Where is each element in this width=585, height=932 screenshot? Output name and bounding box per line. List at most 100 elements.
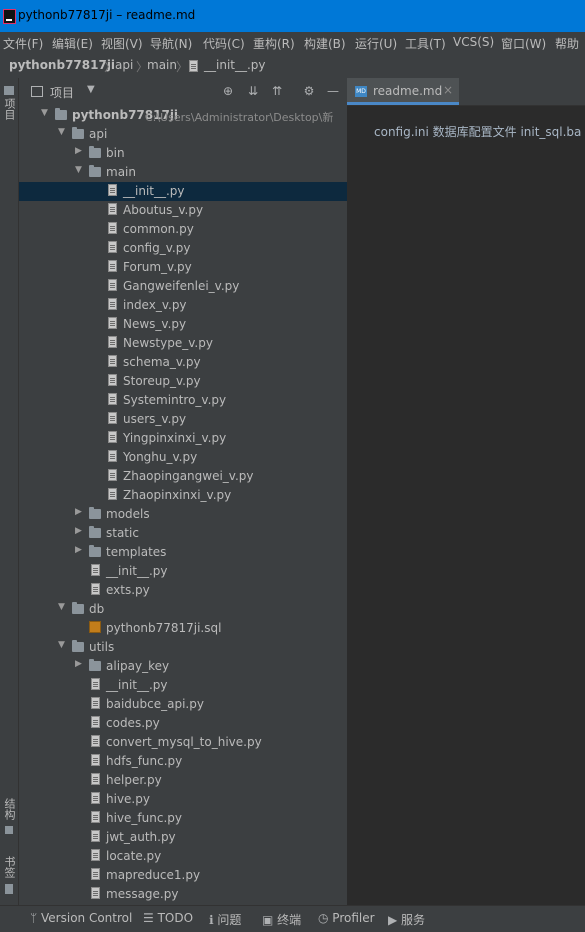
tree-file-row[interactable]: __init__.py [19,182,347,201]
profiler-button[interactable]: ◷ Profiler [318,911,375,925]
tree-file-row[interactable]: helper.py [19,771,347,790]
menu-edit[interactable]: 编辑(E) [52,35,93,52]
tree-file-row[interactable]: Forum_v.py [19,258,347,277]
problems-button[interactable]: ℹ 问题 [209,911,241,928]
close-tab-icon[interactable]: × [443,83,453,97]
breadcrumb-file[interactable]: __init__.py [204,58,266,72]
menu-help[interactable]: 帮助 [555,35,579,52]
python-file-icon [91,773,100,785]
tree-file-row[interactable]: hdfs_func.py [19,752,347,771]
project-tool-tab[interactable]: 项目 [2,86,16,123]
breadcrumb-main[interactable]: main [147,58,177,72]
chevron-down-icon[interactable]: ▼ [58,602,65,612]
tab-readme[interactable]: MD readme.md × [347,78,459,105]
tree-file-row[interactable]: Zhaopinxinxi_v.py [19,486,347,505]
tree-folder-row[interactable]: ▼ main [19,163,347,182]
tree-folder-row[interactable]: ▶ templates [19,543,347,562]
tree-file-row[interactable]: baidubce_api.py [19,695,347,714]
tree-file-row[interactable]: Yingpinxinxi_v.py [19,429,347,448]
services-button[interactable]: ▶ 服务 [388,911,425,928]
tree-folder-row[interactable]: ▶ bin [19,144,347,163]
bookmarks-tool-label: 书签 [3,856,16,878]
tree-file-row[interactable]: __init__.py [19,676,347,695]
menu-build[interactable]: 构建(B) [304,35,346,52]
tree-item-label: Zhaopinxinxi_v.py [123,488,232,502]
tree-folder-row[interactable]: ▼ api [19,125,347,144]
settings-gear-icon[interactable]: ⚙ [302,84,316,98]
left-tool-strip: 项目 结构 书签 [0,78,19,905]
bookmarks-tool-tab[interactable]: 书签 [2,856,16,894]
menu-window[interactable]: 窗口(W) [501,35,546,52]
tree-file-row[interactable]: convert_mysql_to_hive.py [19,733,347,752]
structure-icon [5,826,13,834]
app-logo-icon [3,9,16,24]
tree-folder-row[interactable]: ▶ models [19,505,347,524]
expand-all-icon[interactable]: ⇊ [246,84,260,98]
structure-tool-tab[interactable]: 结构 [2,798,16,834]
tree-file-row[interactable]: Newstype_v.py [19,334,347,353]
chevron-right-icon[interactable]: ▶ [75,146,82,156]
menu-refactor[interactable]: 重构(R) [253,35,295,52]
folder-icon [89,526,101,538]
python-file-icon [91,792,100,804]
menu-code[interactable]: 代码(C) [203,35,245,52]
chevron-down-icon[interactable]: ▼ [58,127,65,137]
chevron-down-icon[interactable]: ▼ [75,165,82,175]
menu-view[interactable]: 视图(V) [101,35,143,52]
tree-file-row[interactable]: hive_func.py [19,809,347,828]
python-file-icon [91,564,100,576]
tree-file-row[interactable]: __init__.py [19,562,347,581]
tree-file-row[interactable]: Zhaopingangwei_v.py [19,467,347,486]
tree-file-row[interactable]: News_v.py [19,315,347,334]
hide-panel-icon[interactable]: — [326,84,340,98]
tree-file-row[interactable]: users_v.py [19,410,347,429]
tree-file-row[interactable]: Storeup_v.py [19,372,347,391]
tree-file-row[interactable]: config_v.py [19,239,347,258]
collapse-all-icon[interactable]: ⇈ [270,84,284,98]
tree-file-row[interactable]: hive.py [19,790,347,809]
menu-vcs[interactable]: VCS(S) [453,35,494,49]
chevron-right-icon[interactable]: ▶ [75,526,82,536]
tree-file-row[interactable]: message.py [19,885,347,904]
menu-run[interactable]: 运行(U) [355,35,397,52]
tree-folder-row[interactable]: ▶ static [19,524,347,543]
todo-button[interactable]: ☰ TODO [143,911,193,925]
tree-item-path: C:\Users\Administrator\Desktop\新 [145,111,334,124]
tree-file-row[interactable]: locate.py [19,847,347,866]
tree-file-row[interactable]: Yonghu_v.py [19,448,347,467]
menu-file[interactable]: 文件(F) [3,35,43,52]
menu-tools[interactable]: 工具(T) [405,35,446,52]
tree-file-row[interactable]: mapreduce1.py [19,866,347,885]
tree-folder-row[interactable]: ▼ db [19,600,347,619]
tree-file-row[interactable]: Systemintro_v.py [19,391,347,410]
menu-navigate[interactable]: 导航(N) [150,35,192,52]
terminal-button[interactable]: ▣ 终端 [262,911,301,928]
editor-line-1[interactable]: config.ini 数据库配置文件 init_sql.ba [374,123,581,140]
chevron-down-icon[interactable]: ▼ [41,108,48,118]
version-control-button[interactable]: ᛘ Version Control [30,911,132,925]
tree-file-row[interactable]: pythonb77817ji.sql [19,619,347,638]
tree-folder-row[interactable]: ▼ utils [19,638,347,657]
view-dropdown-icon[interactable]: ▼ [87,84,95,95]
tree-file-row[interactable]: codes.py [19,714,347,733]
tree-file-row[interactable]: index_v.py [19,296,347,315]
breadcrumb-api[interactable]: api [115,58,133,72]
tree-file-row[interactable]: jwt_auth.py [19,828,347,847]
chevron-right-icon[interactable]: ▶ [75,507,82,517]
tree-file-row[interactable]: common.py [19,220,347,239]
tree-file-row[interactable]: schema_v.py [19,353,347,372]
chevron-right-icon[interactable]: ▶ [75,545,82,555]
tree-folder-row[interactable]: ▶ alipay_key [19,657,347,676]
tree-file-row[interactable]: exts.py [19,581,347,600]
breadcrumb-project[interactable]: pythonb77817ji [9,58,115,72]
folder-icon [72,127,84,139]
chevron-right-icon[interactable]: ▶ [75,659,82,669]
tree-file-row[interactable]: Aboutus_v.py [19,201,347,220]
locate-file-icon[interactable]: ⊕ [221,84,235,98]
tree-file-row[interactable]: Gangweifenlei_v.py [19,277,347,296]
project-panel-title[interactable]: 项目 [50,84,74,101]
folder-icon [89,545,101,557]
editor-area[interactable]: config.ini 数据库配置文件 init_sql.ba [347,106,585,905]
tree-folder-row[interactable]: ▼ pythonb77817ji C:\Users\Administrator\De… [19,106,347,125]
chevron-down-icon[interactable]: ▼ [58,640,65,650]
